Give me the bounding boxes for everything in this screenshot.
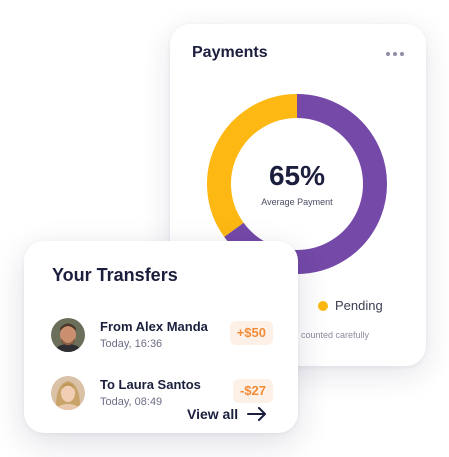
view-all-link[interactable]: View all [187, 406, 267, 422]
legend-pending-label: Pending [335, 298, 383, 313]
transfer-time: Today, 08:49 [100, 396, 163, 408]
donut-center-value: 65% [268, 159, 326, 191]
more-horizontal-icon[interactable] [386, 51, 404, 57]
arrow-right-icon [247, 407, 267, 421]
transfer-row[interactable]: From Alex Manda Today, 16:36 +$50 [51, 317, 277, 357]
avatar [51, 318, 85, 352]
payments-footnote: counted carefully [301, 330, 370, 340]
transfer-name: From Alex Manda [100, 319, 208, 334]
transfers-card: Your Transfers From Alex Manda Today, 16… [24, 241, 298, 433]
legend-pending: Pending [318, 298, 383, 313]
transfer-time: Today, 16:36 [100, 338, 163, 350]
view-all-label: View all [187, 406, 239, 422]
payments-title: Payments [192, 44, 268, 61]
amount-badge: +$50 [229, 321, 273, 345]
legend-dot-icon [318, 300, 328, 311]
transfer-name: To Laura Santos [100, 377, 201, 392]
donut-center-label: Average Payment [261, 196, 333, 207]
transfers-title: Your Transfers [52, 265, 178, 285]
avatar [51, 376, 85, 410]
amount-badge: -$27 [232, 379, 273, 403]
